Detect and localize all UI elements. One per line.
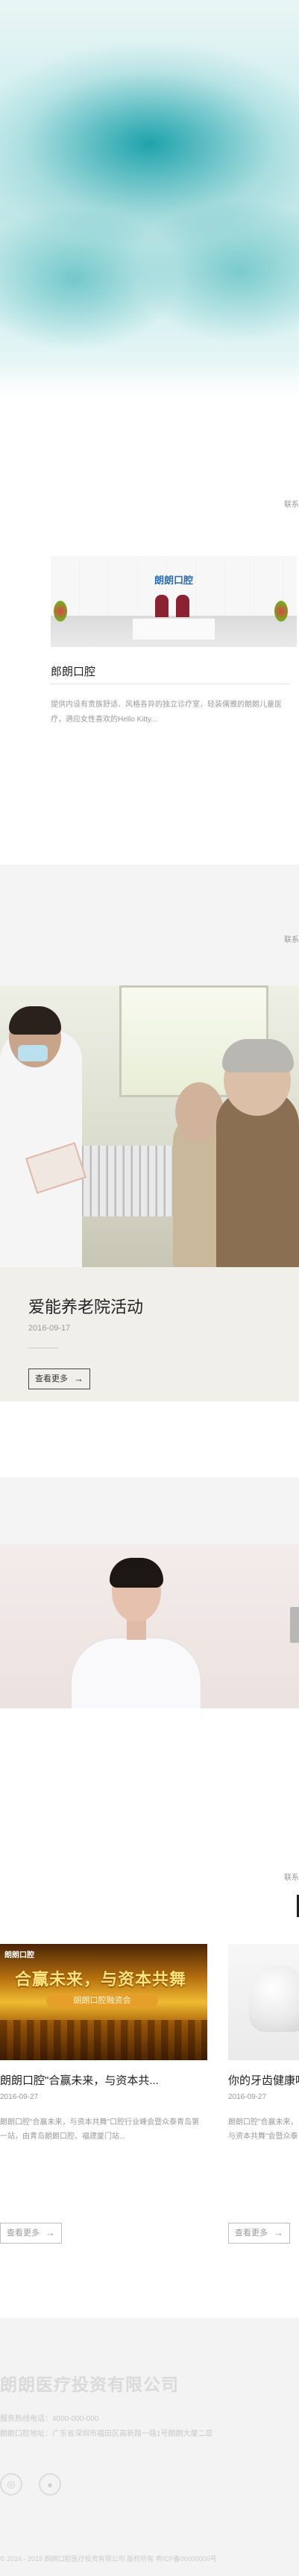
arrow-right-icon: → <box>45 2227 55 2238</box>
hero-banner <box>0 0 299 399</box>
clinic-description: 提供内设有贵族舒适、风格各异的独立诊疗室，轻装儒雅的朗朗儿童医疗，適应女性喜欢的… <box>51 701 282 724</box>
news-desc: 朗朗口腔"合赢未来，与资本共舞"会暨众泰青岛第一站... <box>228 2118 298 2141</box>
view-more-button[interactable]: 查看更多 → <box>0 2223 62 2244</box>
clinic-title[interactable]: 郎朗口腔 <box>51 663 95 679</box>
carousel-next-handle[interactable] <box>290 1607 299 1643</box>
tooth-icon <box>249 1965 299 2032</box>
clinic-photo[interactable]: 朗朗口腔 <box>51 556 297 647</box>
arrow-right-icon: → <box>274 2227 283 2238</box>
section-background <box>0 865 299 985</box>
doctor-coat <box>71 1638 201 1708</box>
news-image[interactable] <box>228 1944 299 2060</box>
mask <box>18 1045 48 1061</box>
view-more-label: 查看更多 <box>35 1374 68 1383</box>
view-more-label: 查看更多 <box>235 2229 268 2238</box>
doctor-hair <box>9 1006 61 1035</box>
news-title[interactable]: 朗朗口腔"合赢未来，与资本共... <box>0 2072 201 2088</box>
banner-headline: 合赢未来，与资本共舞 <box>15 1970 187 1989</box>
news-desc: 朗朗口腔"合赢未来，与资本共舞"口腔行业峰会暨众泰青岛第一站，由青岛朗朗口腔、福… <box>0 2118 200 2141</box>
doctor-photo[interactable] <box>0 1544 299 1708</box>
wechat-icon[interactable]: ● <box>39 2473 61 2496</box>
news-date: 2016-09-27 <box>0 2093 39 2101</box>
skyline <box>0 2020 207 2060</box>
brand-logo: 朗朗口腔 <box>4 1951 34 1960</box>
doctor-hair <box>110 1558 163 1588</box>
activity-title[interactable]: 爱能养老院活动 <box>28 1294 143 1318</box>
banner-subtitle: 朗朗口腔融资会 <box>46 1993 158 2008</box>
footer-address: 朗朗口腔地址：广东省深圳市福田区高新路一路1号朗朗大厦二层 <box>0 2430 213 2438</box>
hero-fade <box>0 365 299 399</box>
footer <box>0 2318 299 2576</box>
plant <box>54 601 67 622</box>
footer-company: 朗朗医疗投资有限公司 <box>0 2375 179 2394</box>
plant <box>274 601 288 622</box>
news-image[interactable]: 朗朗口腔 合赢未来，与资本共舞 朗朗口腔融资会 <box>0 1944 207 2060</box>
footer-copyright: © 2016 - 2018 朗朗口腔医疗投资有限公司 版权所有 粤ICP备000… <box>0 2555 217 2563</box>
section-tag[interactable]: 联系 <box>284 1871 299 1882</box>
activity-photo[interactable] <box>0 985 299 1267</box>
section-background <box>0 1477 299 1544</box>
view-more-button[interactable]: 查看更多 → <box>228 2223 290 2244</box>
section-tag[interactable]: 联系 <box>284 933 299 944</box>
section-tag[interactable]: 联系 <box>284 498 299 509</box>
footer-phone: 服务热线电话：4000-000-000 <box>0 2415 99 2423</box>
news-title[interactable]: 你的牙齿健康吗 <box>228 2072 299 2088</box>
elder-hair <box>222 1039 294 1073</box>
clinic-staff <box>155 595 169 619</box>
view-more-button[interactable]: 查看更多 → <box>28 1368 90 1389</box>
activity-date: 2016-09-17 <box>28 1324 71 1333</box>
elder-figure <box>216 1090 299 1267</box>
arrow-right-icon: → <box>74 1373 84 1384</box>
view-more-label: 查看更多 <box>7 2229 40 2238</box>
clinic-desk <box>133 617 215 640</box>
clinic-staff <box>176 595 189 619</box>
weibo-icon[interactable]: ◎ <box>0 2473 22 2496</box>
news-date: 2016-09-27 <box>228 2093 267 2101</box>
clinic-logo: 朗朗口腔 <box>154 575 193 586</box>
